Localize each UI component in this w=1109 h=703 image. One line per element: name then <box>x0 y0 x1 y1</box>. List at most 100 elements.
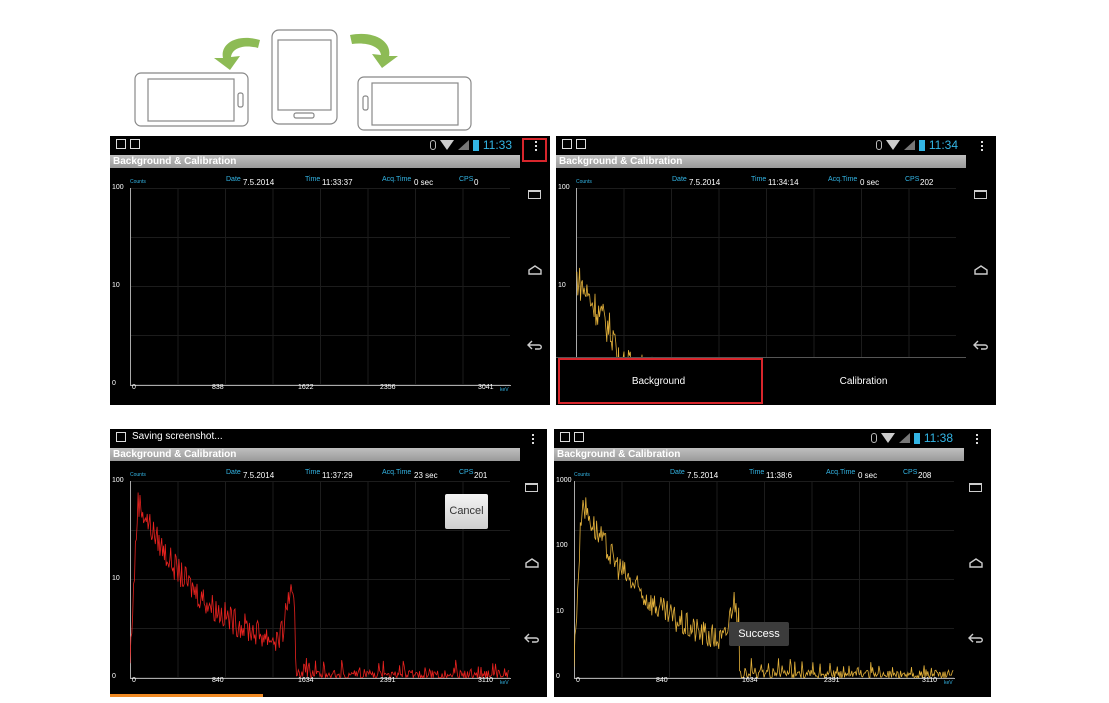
cps-value: 0 <box>474 178 479 187</box>
page-title: Background & Calibration <box>554 448 964 461</box>
counts-label: Counts <box>130 179 146 185</box>
battery-icon <box>918 139 925 151</box>
date-label: Date <box>226 469 241 476</box>
x-tick-label: 0 <box>132 677 136 684</box>
time-label: Time <box>305 176 321 183</box>
y-tick-label: 0 <box>112 380 116 387</box>
bluetooth-icon <box>875 140 882 150</box>
spectrum-line <box>574 497 954 678</box>
page-title: Background & Calibration <box>556 155 966 168</box>
cps-value: 202 <box>920 178 934 187</box>
date-value: 7.5.2014 <box>689 178 721 187</box>
x-tick-label: 0 <box>132 384 136 391</box>
nav-bar <box>522 136 550 405</box>
y-tick-label: 10 <box>556 607 564 615</box>
saving-screenshot-text: Saving screenshot... <box>132 431 223 442</box>
acq-time-value: 23 sec <box>414 471 438 480</box>
info-row: Counts Date 7.5.2014 Time 11:38:6 Acq.Time 0 s… <box>554 469 964 481</box>
x-unit-label: keV <box>944 680 953 686</box>
cps-label: CPS <box>459 469 474 476</box>
x-tick-label: 1634 <box>742 677 758 684</box>
x-tick-label: 2391 <box>824 677 840 684</box>
highlight-box-background <box>558 358 763 404</box>
nav-bar <box>963 429 991 697</box>
recent-apps-icon[interactable] <box>525 482 538 492</box>
battery-icon <box>472 139 479 151</box>
y-tick-label: 100 <box>112 184 124 191</box>
page-title: Background & Calibration <box>110 155 520 168</box>
back-icon[interactable] <box>973 340 989 351</box>
cps-value: 208 <box>918 471 932 480</box>
y-tick-label: 10 <box>112 575 120 582</box>
acq-time-label: Acq.Time <box>828 176 858 183</box>
time-label: Time <box>751 176 767 183</box>
y-tick-label: 10 <box>558 282 566 289</box>
counts-label: Counts <box>574 472 590 478</box>
menu-item-calibration[interactable]: Calibration <box>761 358 966 405</box>
acq-time-label: Acq.Time <box>382 176 412 183</box>
counts-label: Counts <box>576 179 592 185</box>
image-notification-icon <box>116 432 126 442</box>
rotate-left-arrow-icon <box>214 37 260 70</box>
status-time: 11:33 <box>482 138 512 152</box>
back-icon[interactable] <box>527 340 543 351</box>
spectrum-plot <box>576 267 956 385</box>
wifi-icon <box>880 433 895 443</box>
bluetooth-icon <box>870 433 877 443</box>
x-tick-label: 1634 <box>298 677 314 684</box>
wifi-icon <box>439 140 454 150</box>
cps-label: CPS <box>905 176 920 183</box>
recent-apps-icon[interactable] <box>969 482 982 492</box>
y-tick-label: 0 <box>556 673 560 680</box>
cps-label: CPS <box>903 469 918 476</box>
spectrum-plot <box>574 497 954 678</box>
time-label: Time <box>305 469 321 476</box>
home-icon[interactable] <box>525 557 539 568</box>
counts-label: Counts <box>130 472 146 478</box>
nav-bar <box>519 429 547 697</box>
acq-time-value: 0 sec <box>414 178 434 187</box>
signal-icon <box>457 140 469 150</box>
acq-time-label: Acq.Time <box>826 469 856 476</box>
cancel-button[interactable]: Cancel <box>445 494 488 529</box>
wifi-icon <box>885 140 900 150</box>
back-icon[interactable] <box>968 633 984 643</box>
home-icon[interactable] <box>969 557 983 568</box>
home-icon[interactable] <box>974 265 988 275</box>
time-value: 11:38:6 <box>766 471 793 480</box>
x-tick-label: 3110 <box>478 677 494 684</box>
rotation-illustration <box>134 29 472 131</box>
time-value: 11:33:37 <box>322 178 353 187</box>
date-label: Date <box>226 176 241 183</box>
x-unit-label: keV <box>500 387 509 393</box>
date-label: Date <box>670 469 685 476</box>
app-screen-tl: 11:33 Background & Calibration Counts Date 7… <box>110 136 550 405</box>
x-tick-label: 2356 <box>380 384 396 391</box>
recent-apps-icon[interactable] <box>528 189 541 199</box>
x-tick-label: 0 <box>576 677 580 684</box>
status-bar: Saving screenshot... <box>110 429 547 447</box>
image-notification-icon <box>130 139 140 149</box>
app-screen-br: 11:38 Background & Calibration Counts Date 7… <box>554 429 991 697</box>
status-time: 11:34 <box>928 138 958 152</box>
time-value: 11:37:29 <box>322 471 353 480</box>
home-icon[interactable] <box>528 265 542 275</box>
x-unit-label: keV <box>500 680 509 686</box>
y-tick-label: 100 <box>112 477 124 484</box>
x-tick-label: 840 <box>656 677 668 684</box>
cps-label: CPS <box>459 176 474 183</box>
back-icon[interactable] <box>524 633 540 643</box>
battery-icon <box>913 432 920 444</box>
info-row: Counts Date 7.5.2014 Time 11:37:29 Acq.Time 23… <box>110 469 520 481</box>
download-notification-icon <box>562 139 572 149</box>
y-tick-label: 10 <box>112 282 120 289</box>
bluetooth-icon <box>429 140 436 150</box>
time-value: 11:34:14 <box>768 178 799 187</box>
recent-apps-icon[interactable] <box>974 189 987 199</box>
status-bar: 11:33 <box>110 136 550 154</box>
signal-icon <box>898 433 910 443</box>
y-tick-label: 100 <box>556 542 568 550</box>
highlight-box-overflow-menu <box>522 138 547 162</box>
date-value: 7.5.2014 <box>243 178 275 187</box>
x-tick-label: 840 <box>212 677 224 684</box>
